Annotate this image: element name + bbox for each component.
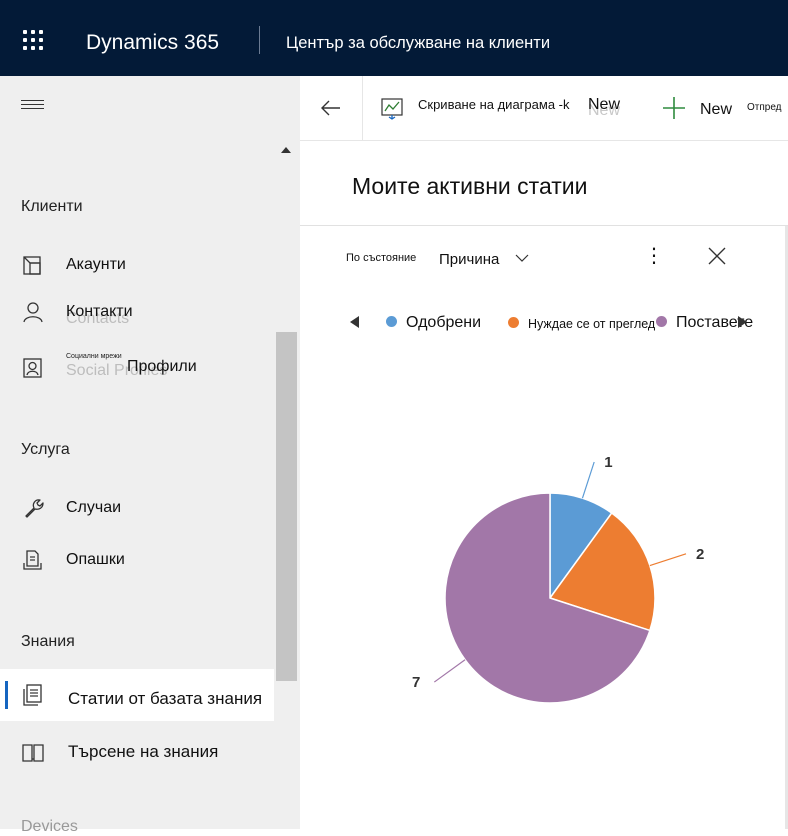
legend-item[interactable]: Одобрени <box>386 314 481 332</box>
social-profile-icon <box>23 358 42 378</box>
chevron-down-icon[interactable] <box>515 253 529 263</box>
sidebar-item-queues[interactable]: Опашки <box>0 538 274 582</box>
book-icon <box>22 744 44 762</box>
more-options-icon[interactable]: ⋮ <box>644 246 664 270</box>
page-title: Моите активни статии <box>352 173 588 199</box>
chart-by-label: По състояние <box>346 252 417 264</box>
legend-dot <box>386 316 397 327</box>
chart-view-select[interactable]: Причина <box>439 251 499 268</box>
hide-chart-button[interactable]: Скриване на диаграма -k <box>418 97 570 112</box>
top-bar: Dynamics 365 Център за обслужване на кли… <box>0 0 788 76</box>
group-service: Услуга <box>21 441 70 458</box>
data-label: 2 <box>696 546 704 563</box>
brand-name[interactable]: Dynamics 365 <box>86 31 219 55</box>
command-bar: Скриване на диаграма -k New New New Отпр… <box>300 76 788 141</box>
sidebar-item-contacts[interactable]: Contacts Контакти <box>0 290 274 334</box>
sidebar-item-label: Случаи <box>66 499 122 516</box>
back-button[interactable] <box>300 76 363 140</box>
group-customers: Клиенти <box>21 198 83 215</box>
data-label: 1 <box>604 454 612 471</box>
close-icon[interactable] <box>706 245 728 267</box>
legend-prev-icon[interactable] <box>350 316 359 328</box>
more-command-label[interactable]: Отпред <box>747 102 782 113</box>
legend-label: Одобрени <box>406 314 482 331</box>
app-name[interactable]: Център за обслужване на клиенти <box>286 34 550 53</box>
active-indicator <box>5 681 8 709</box>
legend-label: Нуждае се от преглед <box>528 317 656 331</box>
sidebar-item-cases[interactable]: Случаи <box>0 486 274 530</box>
app-launcher-icon[interactable] <box>23 30 47 50</box>
chart-panel: По състояние Причина ⋮ Одобрени Нуждае с… <box>300 225 788 830</box>
sidebar-item-label: Опашки <box>66 551 125 568</box>
tiny-label: Социални мрежи <box>66 353 122 360</box>
leader-line <box>433 659 466 683</box>
legend-item[interactable]: Нуждае се от преглед <box>508 317 655 331</box>
queue-icon <box>23 550 42 570</box>
sidebar-item-knowledge-articles[interactable]: Статии от базата знания <box>0 669 274 721</box>
sidebar-item-label: Профили <box>127 358 197 375</box>
scroll-up-icon[interactable] <box>281 147 291 153</box>
data-label: 7 <box>412 674 420 691</box>
sidebar-item-knowledge-search[interactable]: Търсене на знания <box>0 730 274 774</box>
legend-dot <box>508 317 519 328</box>
group-knowledge: Знания <box>21 633 75 650</box>
sidebar-item-label: Търсене на знания <box>68 742 219 761</box>
leader-line <box>581 461 595 499</box>
legend-dot <box>656 316 667 327</box>
new-button[interactable]: New <box>700 101 732 119</box>
contact-icon <box>23 302 43 323</box>
header-divider <box>259 26 260 54</box>
article-icon <box>23 684 42 706</box>
hamburger-menu-icon[interactable] <box>21 100 44 110</box>
new-overlay-label[interactable]: New <box>588 96 620 114</box>
sidebar-item-label: Контакти <box>66 303 133 320</box>
wrench-icon <box>25 499 44 518</box>
main-area: Скриване на диаграма -k New New New Отпр… <box>300 76 788 829</box>
sidebar-item-social-profiles[interactable]: Social Profiles Социални мрежи Профили <box>0 346 274 390</box>
leader-line <box>649 553 687 567</box>
sidebar-item-label: Акаунти <box>66 256 126 273</box>
chart-icon[interactable] <box>380 96 404 120</box>
sidebar-item-label: Статии от базата знания <box>68 689 263 708</box>
sidebar-scrollbar[interactable] <box>276 332 297 681</box>
sidebar: Клиенти Акаунти Contacts Контакти Social… <box>0 76 300 835</box>
plus-icon[interactable] <box>662 96 686 120</box>
back-arrow-icon <box>321 100 340 116</box>
group-devices: Devices <box>21 818 78 835</box>
account-icon <box>23 256 41 275</box>
pie-chart: 1 2 7 <box>412 454 704 704</box>
sidebar-item-accounts[interactable]: Акаунти <box>0 243 274 287</box>
legend-next-icon[interactable] <box>738 316 747 328</box>
